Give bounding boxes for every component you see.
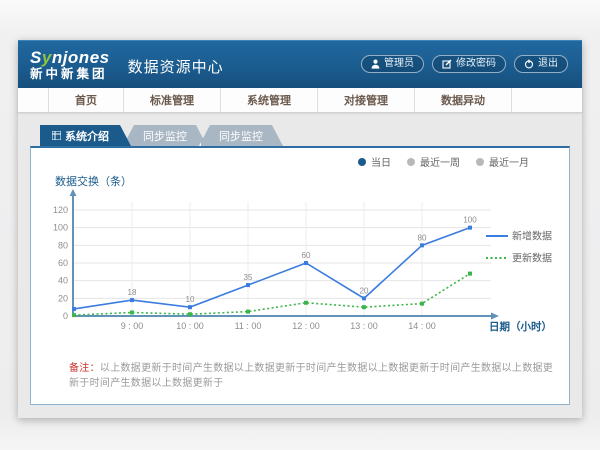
nav-item-home[interactable]: 首页 (48, 88, 124, 112)
tab-sync-monitor-2[interactable]: 同步监控 (199, 125, 283, 146)
tab-system-intro[interactable]: 系统介绍 (40, 125, 131, 146)
svg-text:10: 10 (186, 295, 195, 304)
svg-text:100: 100 (463, 216, 477, 225)
content-area: 系统介绍 同步监控 同步监控 当日 最近一周 (18, 113, 582, 405)
svg-text:13 : 00: 13 : 00 (350, 321, 378, 331)
radio-dot (476, 158, 484, 166)
svg-text:新增数据: 新增数据 (512, 230, 552, 243)
nav-item-standard-mgmt[interactable]: 标准管理 (124, 88, 221, 112)
grid-icon (52, 131, 61, 140)
user-icon (371, 59, 380, 69)
radio-dot-selected (358, 158, 366, 166)
nav-item-data-change[interactable]: 数据异动 (415, 88, 512, 112)
nav-item-interface-mgmt[interactable]: 对接管理 (318, 88, 415, 112)
svg-text:40: 40 (58, 276, 68, 286)
range-filter: 当日 最近一周 最近一月 (43, 154, 529, 169)
logo-text-en: Synjones (30, 49, 110, 66)
company-logo: Synjones 新中新集团 (30, 49, 110, 81)
svg-text:120: 120 (53, 205, 68, 215)
logout-button[interactable]: 退出 (514, 55, 568, 73)
edit-icon (442, 59, 452, 69)
radio-last-month[interactable]: 最近一月 (476, 154, 529, 169)
svg-text:60: 60 (302, 251, 311, 260)
svg-text:60: 60 (58, 258, 68, 268)
svg-text:9 : 00: 9 : 00 (121, 321, 144, 331)
radio-dot (407, 158, 415, 166)
page-title: 数据资源中心 (128, 52, 224, 77)
header-actions: 管理员 修改密码 退出 (361, 55, 568, 73)
footnote-label: 备注： (69, 363, 100, 374)
svg-text:11 : 00: 11 : 00 (235, 321, 262, 331)
y-axis-title: 数据交换（条） (55, 173, 557, 188)
svg-text:更新数据: 更新数据 (512, 252, 552, 265)
radio-today[interactable]: 当日 (358, 154, 391, 169)
app-window: Synjones 新中新集团 数据资源中心 管理员 修改密码 退出 (18, 40, 582, 418)
app-header: Synjones 新中新集团 数据资源中心 管理员 修改密码 退出 (18, 40, 582, 88)
svg-text:0: 0 (63, 311, 68, 321)
svg-text:10 : 00: 10 : 00 (176, 321, 204, 331)
svg-text:35: 35 (244, 273, 253, 282)
svg-text:日期（小时）: 日期（小时） (489, 320, 552, 333)
svg-text:20: 20 (58, 293, 68, 303)
svg-text:20: 20 (360, 286, 369, 295)
exchange-chart: 0 20 40 60 80 100 120 9 : 00 10 : 00 11 : 00 12 : … (43, 188, 557, 340)
chart-panel: 当日 最近一周 最近一月 数据交换（条） 0 20 40 60 80 100 120 9 : … (30, 146, 570, 405)
admin-user-button[interactable]: 管理员 (361, 55, 424, 73)
nav-item-system-mgmt[interactable]: 系统管理 (221, 88, 318, 112)
change-password-button[interactable]: 修改密码 (432, 55, 506, 73)
tab-sync-monitor-1[interactable]: 同步监控 (123, 125, 207, 146)
logo-text-cn: 新中新集团 (30, 68, 110, 81)
tab-bar: 系统介绍 同步监控 同步监控 (40, 125, 570, 146)
footnote: 备注：以上数据更新于时间产生数据以上数据更新于时间产生数据以上数据更新于时间产生… (43, 359, 557, 389)
svg-text:80: 80 (58, 240, 68, 250)
svg-text:18: 18 (128, 288, 137, 297)
main-nav: 首页 标准管理 系统管理 对接管理 数据异动 (18, 88, 582, 113)
svg-text:100: 100 (53, 223, 68, 233)
radio-last-week[interactable]: 最近一周 (407, 154, 460, 169)
svg-text:14 : 00: 14 : 00 (408, 321, 436, 331)
svg-text:80: 80 (418, 233, 427, 242)
svg-text:12 : 00: 12 : 00 (292, 321, 320, 331)
power-icon (524, 59, 534, 69)
